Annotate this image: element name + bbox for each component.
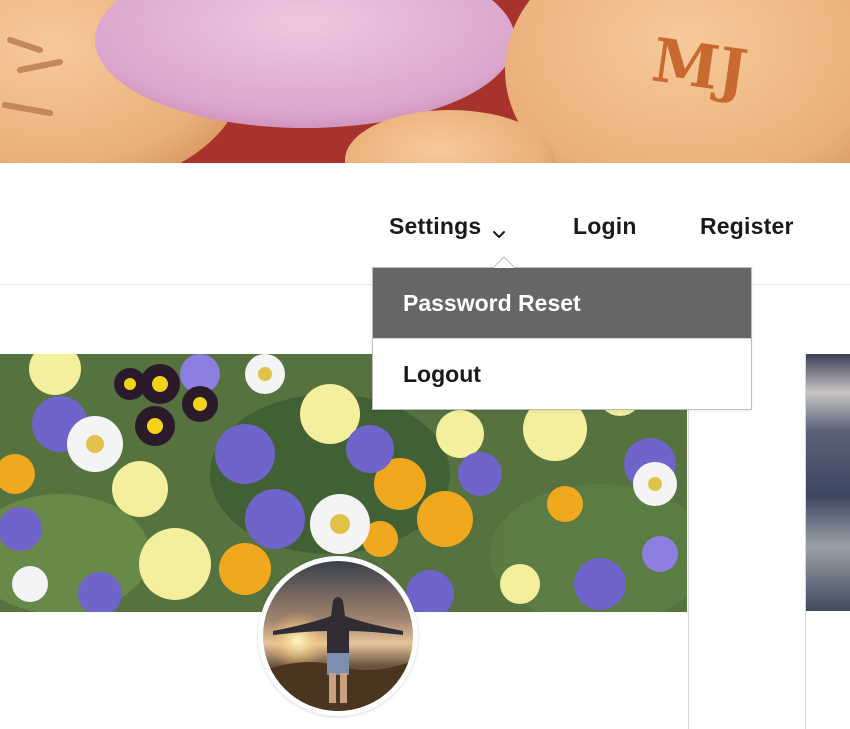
menu-item-logout[interactable]: Logout	[373, 338, 751, 409]
svg-text:MJ: MJ	[648, 26, 752, 109]
header-banner-image: MJ	[0, 0, 850, 163]
side-cover-image	[806, 354, 850, 611]
nav-settings-menu[interactable]: Settings	[389, 213, 507, 240]
chevron-down-icon	[491, 220, 507, 238]
side-card	[805, 354, 850, 729]
nav-register-link[interactable]: Register	[700, 213, 794, 240]
profile-avatar[interactable]	[258, 556, 418, 716]
nav-login-label: Login	[573, 213, 637, 239]
nav-settings-label: Settings	[389, 213, 482, 239]
dropdown-caret-icon	[493, 256, 515, 268]
menu-item-label: Logout	[403, 361, 481, 387]
nav-login-link[interactable]: Login	[573, 213, 637, 240]
menu-item-label: Password Reset	[403, 290, 581, 316]
avatar-image	[263, 561, 413, 711]
settings-dropdown-menu: Password Reset Logout	[372, 267, 752, 410]
menu-item-password-reset[interactable]: Password Reset	[373, 268, 751, 338]
nav-register-label: Register	[700, 213, 794, 239]
